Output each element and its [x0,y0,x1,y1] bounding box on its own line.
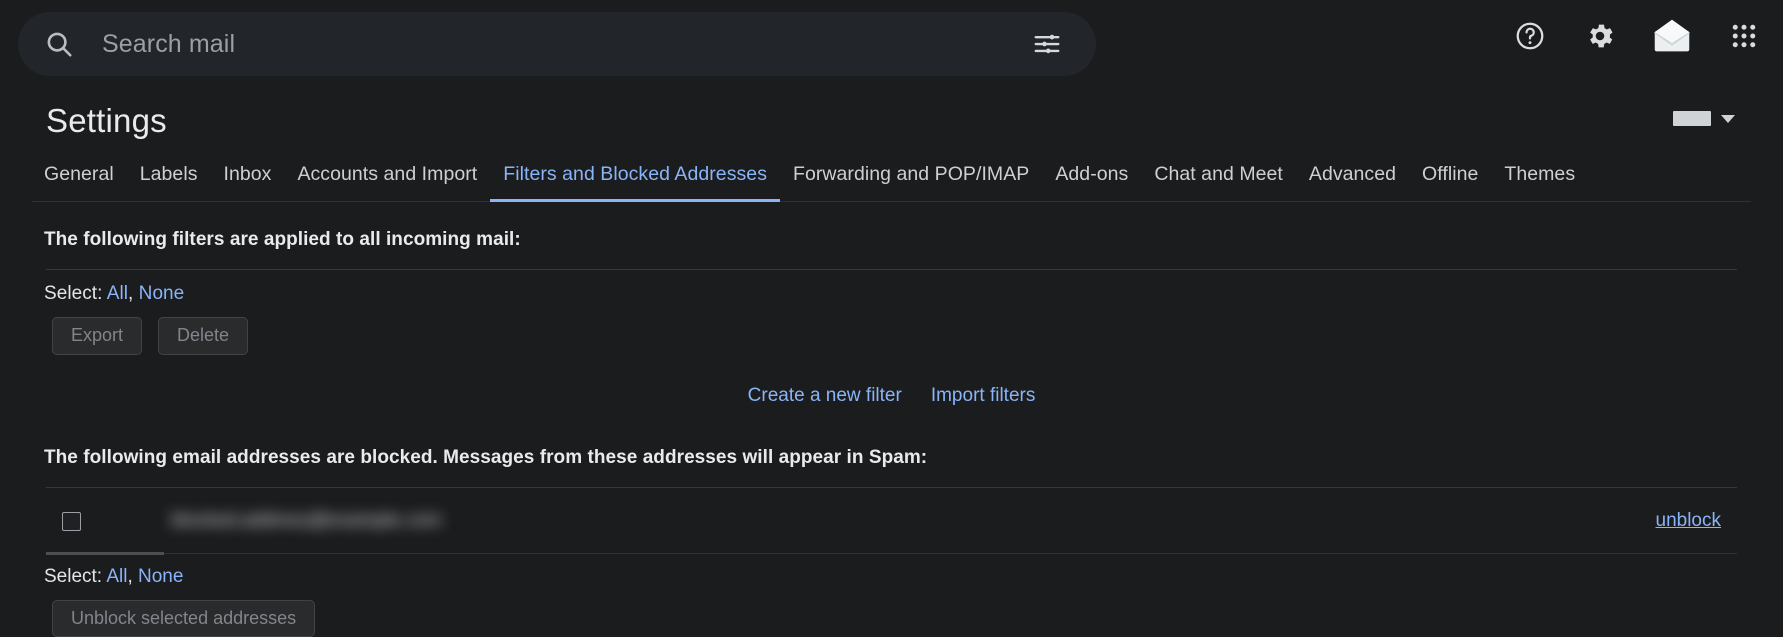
blocked-address-value: blocked.address@example.com [171,510,1656,532]
unblock-selected-addresses-button[interactable]: Unblock selected addresses [52,600,315,637]
tune-filter-icon[interactable] [1024,21,1070,67]
import-filters-link[interactable]: Import filters [931,385,1036,407]
blocked-select-label: Select: [44,566,102,587]
filters-select-row: Select: All, None [40,270,1743,305]
language-flag-chip [1673,111,1711,126]
tab-labels[interactable]: Labels [127,163,211,202]
blocked-heading: The following email addresses are blocke… [40,407,1743,469]
help-icon[interactable] [1505,11,1555,61]
top-actions [1505,9,1769,63]
tab-filters-and-blocked-addresses[interactable]: Filters and Blocked Addresses [490,163,780,202]
settings-panel: Settings General Labels Inbox Accounts a… [0,88,1783,637]
chevron-down-icon [1721,115,1735,123]
settings-header: Settings [30,88,1753,141]
unblock-link[interactable]: unblock [1656,510,1722,531]
tab-general[interactable]: General [40,163,127,202]
settings-tabs: General Labels Inbox Accounts and Import… [32,141,1751,202]
gear-icon[interactable] [1575,11,1625,61]
tab-forwarding-and-pop-imap[interactable]: Forwarding and POP/IMAP [780,163,1042,202]
unblock-cell: unblock [1656,510,1738,532]
filters-button-row: Export Delete [40,305,1743,355]
tab-offline[interactable]: Offline [1409,163,1491,202]
filters-select-separator: , [128,283,133,304]
tab-inbox[interactable]: Inbox [211,163,285,202]
blocked-select-row: Select: All, None [40,554,1743,588]
filters-heading: The following filters are applied to all… [40,202,1743,251]
unblock-button-row: Unblock selected addresses [40,588,1743,637]
search-bar[interactable] [18,12,1096,76]
delete-button[interactable]: Delete [158,317,248,355]
tab-themes[interactable]: Themes [1491,163,1588,202]
settings-content: The following filters are applied to all… [30,202,1753,637]
envelope-avatar-icon[interactable] [1645,9,1699,63]
top-bar [0,0,1783,88]
search-input[interactable] [76,29,1024,60]
filter-action-links: Create a new filter Import filters [40,355,1743,407]
blocked-select-separator: , [127,566,132,587]
filters-select-all-link[interactable]: All [107,283,128,304]
tab-add-ons[interactable]: Add-ons [1042,163,1141,202]
search-icon [42,27,76,61]
table-row: blocked.address@example.com unblock [40,488,1743,540]
tab-accounts-and-import[interactable]: Accounts and Import [284,163,490,202]
create-a-new-filter-link[interactable]: Create a new filter [748,385,902,407]
blocked-select-none-link[interactable]: None [138,566,183,587]
export-button[interactable]: Export [52,317,142,355]
language-selector[interactable] [1673,111,1745,126]
filters-select-none-link[interactable]: None [139,283,185,304]
tab-advanced[interactable]: Advanced [1296,163,1409,202]
tab-chat-and-meet[interactable]: Chat and Meet [1141,163,1296,202]
filters-select-label: Select: [44,283,102,304]
apps-grid-icon[interactable] [1719,11,1769,61]
blocked-address-checkbox[interactable] [62,512,81,531]
blocked-row-divider [46,553,1737,554]
page-title: Settings [38,96,167,141]
blocked-select-all-link[interactable]: All [106,566,127,587]
